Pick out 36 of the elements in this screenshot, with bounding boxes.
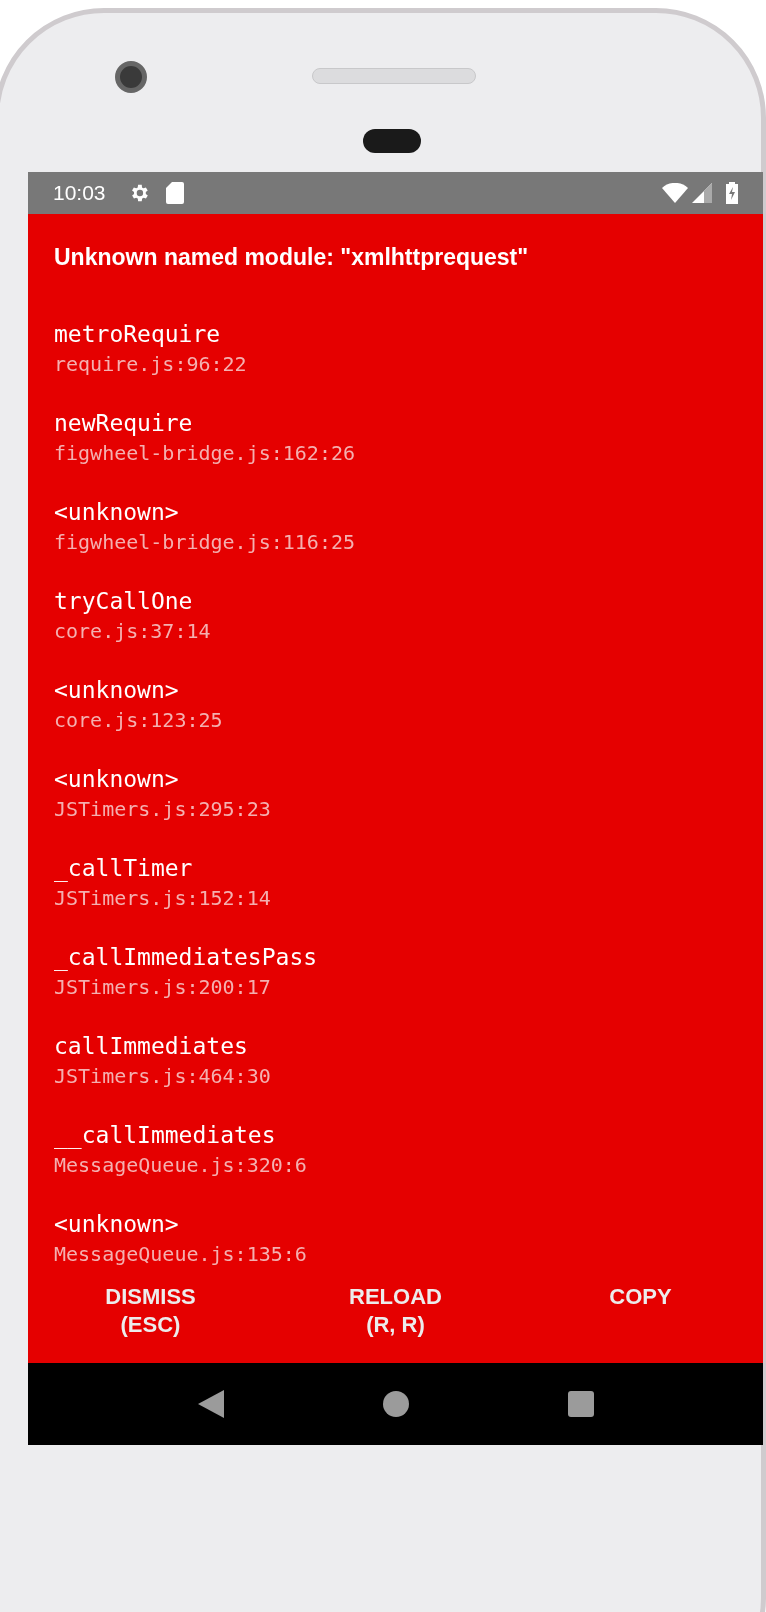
home-icon (382, 1391, 409, 1417)
stack-frame-method[interactable]: _callImmediatesPass (54, 944, 737, 970)
recents-icon (567, 1391, 594, 1417)
action-button[interactable]: COPY (609, 1279, 672, 1315)
back-icon (197, 1390, 224, 1418)
clock-time: 10:03 (53, 180, 106, 207)
action-button[interactable]: DISMISS (ESC) (105, 1279, 196, 1343)
error-title: Unknown named module: "xmlhttprequest" (53, 243, 530, 272)
stack-frame-location: JSTimers.js:152:14 (54, 887, 272, 909)
stack-frame-location: figwheel-bridge.js:162:26 (54, 442, 357, 464)
camera-icon (115, 61, 147, 93)
stack-frame-method[interactable]: <unknown> (54, 677, 737, 703)
stack-frame-method[interactable]: callImmediates (54, 1033, 737, 1059)
stack-frame-location: JSTimers.js:295:23 (54, 798, 272, 820)
stack-frame-method[interactable]: <unknown> (54, 766, 737, 792)
stack-frame-location: core.js:37:14 (54, 620, 212, 642)
stack-frame-method[interactable]: newRequire (54, 410, 737, 436)
stack-frame-method[interactable]: metroRequire (54, 321, 737, 347)
stack-frame-location: JSTimers.js:464:30 (54, 1065, 272, 1087)
stack-frame-method[interactable]: <unknown> (54, 499, 737, 525)
sensor-icon (363, 129, 421, 153)
signal-icon (692, 183, 712, 203)
stack-frame-location: MessageQueue.js:320:6 (54, 1154, 308, 1176)
stack-frame-location: figwheel-bridge.js:116:25 (54, 531, 357, 553)
stack-frame-method[interactable]: __callImmediates (54, 1122, 737, 1148)
stack-frame-method[interactable]: tryCallOne (54, 588, 737, 614)
stack-frame-method[interactable]: _callTimer (54, 855, 737, 881)
action-button[interactable]: RELOAD (R, R) (349, 1279, 442, 1343)
battery-icon (726, 182, 738, 204)
stack-frame-location: require.js:96:22 (54, 353, 248, 375)
stack-frame-method[interactable]: <unknown> (54, 1211, 737, 1237)
stack-frame-location: core.js:123:25 (54, 709, 224, 731)
wifi-icon (662, 183, 688, 203)
stack-frame-location: MessageQueue.js:135:6 (54, 1243, 308, 1265)
stack-frame-location: JSTimers.js:200:17 (54, 976, 272, 998)
sd-card-icon (165, 182, 184, 204)
